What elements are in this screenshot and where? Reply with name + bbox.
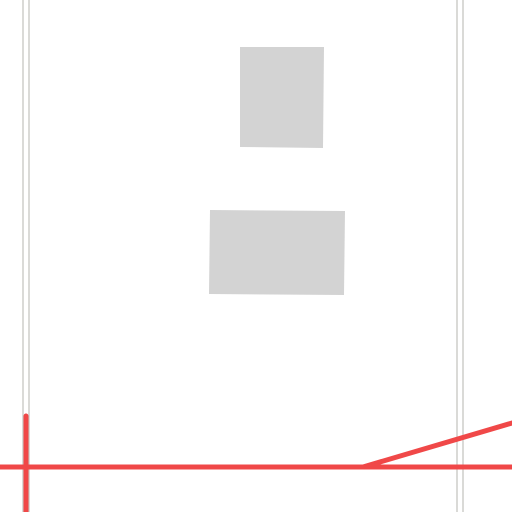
placeholder-image-bottom[interactable] bbox=[209, 210, 345, 295]
drawing-surface bbox=[0, 0, 512, 512]
right-edge-core bbox=[458, 0, 462, 512]
canvas-stage bbox=[0, 0, 512, 512]
placeholder-image-top[interactable] bbox=[240, 47, 324, 148]
red-diagonal-line[interactable] bbox=[360, 420, 512, 470]
